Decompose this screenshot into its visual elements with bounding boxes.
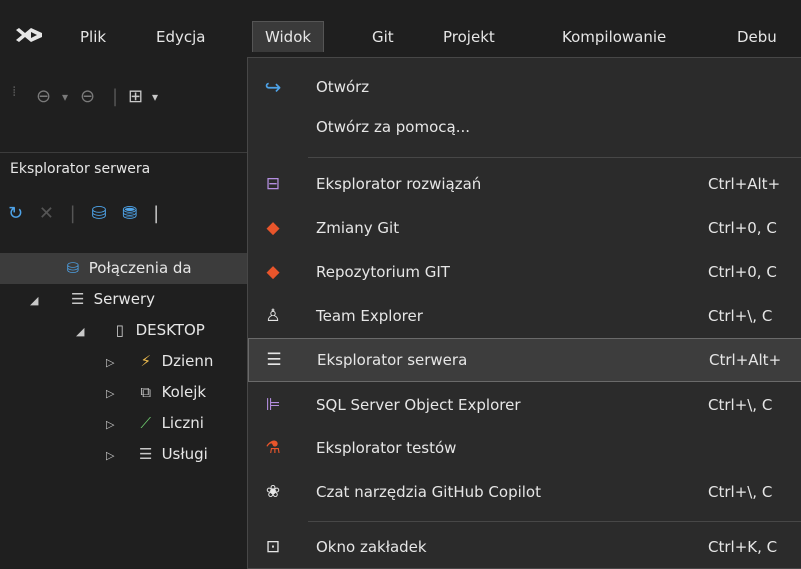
- connect-server-icon[interactable]: ⛃: [122, 203, 137, 224]
- tree-item-message-queues[interactable]: ▷ ⧉ Kolejk: [0, 377, 250, 408]
- tree-item-performance-counters[interactable]: ▷ ⟋ Liczni: [0, 408, 250, 439]
- expanded-caret-icon[interactable]: ◢: [76, 316, 90, 347]
- test-explorer-icon: ⚗: [265, 438, 281, 458]
- back-icon[interactable]: ⊖: [36, 86, 51, 107]
- tree-item-services[interactable]: ▷ ☰ Usługi: [0, 439, 250, 470]
- services-icon: ☰: [139, 445, 153, 463]
- menu-item-git-changes[interactable]: ◆ Zmiany Git Ctrl+0, C: [248, 208, 801, 248]
- tree-item-label: Liczni: [161, 414, 204, 432]
- refresh-icon[interactable]: ↻: [8, 203, 23, 224]
- stop-icon[interactable]: ✕: [39, 203, 54, 224]
- menu-item-label: Czat narzędzia GitHub Copilot: [316, 483, 541, 501]
- menu-item-shortcut: Ctrl+\, C: [708, 307, 773, 325]
- team-explorer-icon: ♙: [265, 306, 281, 326]
- collapsed-caret-icon[interactable]: ▷: [106, 378, 120, 409]
- tree-item-data-connections[interactable]: ⛁ Połączenia da: [0, 253, 250, 284]
- menu-item-team-explorer[interactable]: ♙ Team Explorer Ctrl+\, C: [248, 296, 801, 336]
- event-log-icon: ⚡: [140, 352, 152, 370]
- menu-item-label: Otwórz: [316, 78, 370, 96]
- menu-file[interactable]: Plik: [80, 22, 106, 52]
- menu-item-git-repository[interactable]: ◆ Repozytorium GIT Ctrl+0, C: [248, 252, 801, 292]
- tree-item-label: Dzienn: [161, 352, 214, 370]
- collapsed-caret-icon[interactable]: ▷: [106, 347, 120, 378]
- menu-separator: [308, 521, 801, 522]
- message-queue-icon: ⧉: [140, 383, 152, 401]
- tree-item-label: Usługi: [161, 445, 208, 463]
- chevron-down-icon[interactable]: ▾: [152, 90, 158, 104]
- menu-separator: [308, 157, 801, 158]
- server-icon: ☰: [71, 290, 85, 308]
- menu-item-shortcut: Ctrl+0, C: [708, 219, 777, 237]
- menu-item-solution-explorer[interactable]: ⊟ Eksplorator rozwiązań Ctrl+Alt+: [248, 164, 801, 204]
- menu-item-sql-object-explorer[interactable]: ⊫ SQL Server Object Explorer Ctrl+\, C: [248, 385, 801, 425]
- menu-item-label: Eksplorator testów: [316, 439, 457, 457]
- menu-item-open[interactable]: ↪ Otwórz: [248, 67, 801, 107]
- tree-item-label: DESKTOP: [135, 321, 205, 339]
- connect-database-icon[interactable]: ⛁: [91, 203, 106, 224]
- menu-item-label: Eksplorator serwera: [317, 351, 468, 369]
- computer-icon: ▯: [115, 321, 124, 339]
- git-changes-icon: ◆: [266, 218, 280, 238]
- server-explorer-icon: ☰: [266, 350, 282, 370]
- grip-icon: ⁞: [12, 84, 17, 100]
- tree-item-label: Serwery: [93, 290, 156, 308]
- menu-item-copilot-chat[interactable]: ❀ Czat narzędzia GitHub Copilot Ctrl+\, …: [248, 472, 801, 512]
- toolbar: ⁞ ⊖ ▾ ⊖ | ⊞ ▾: [0, 76, 250, 122]
- menu-item-label: Okno zakładek: [316, 538, 427, 556]
- menu-item-label: Eksplorator rozwiązań: [316, 175, 482, 193]
- new-project-icon[interactable]: ⊞: [128, 86, 143, 107]
- menu-item-test-explorer[interactable]: ⚗ Eksplorator testów: [248, 428, 801, 468]
- forward-icon[interactable]: ⊖: [80, 86, 95, 107]
- open-arrow-icon: ↪: [264, 75, 282, 99]
- toolbar-separator: |: [69, 203, 76, 224]
- menu-item-label: Repozytorium GIT: [316, 263, 450, 281]
- panel-title: Eksplorator serwera: [10, 161, 151, 177]
- tree-item-servers[interactable]: ◢ ☰ Serwery: [0, 284, 250, 315]
- database-connection-icon: ⛁: [66, 259, 80, 277]
- server-tree: ⛁ Połączenia da ◢ ☰ Serwery ◢ ▯ DESKTOP …: [0, 253, 250, 470]
- menu-item-shortcut: Ctrl+Alt+: [708, 175, 781, 193]
- menu-item-open-with[interactable]: Otwórz za pomocą...: [248, 107, 801, 147]
- menu-edit[interactable]: Edycja: [156, 22, 205, 52]
- copilot-icon: ❀: [265, 482, 281, 502]
- menu-item-label: Otwórz za pomocą...: [316, 118, 471, 136]
- chevron-down-icon[interactable]: ▾: [62, 90, 68, 104]
- menu-item-server-explorer[interactable]: ☰ Eksplorator serwera Ctrl+Alt+: [248, 338, 801, 382]
- menu-project[interactable]: Projekt: [443, 22, 495, 52]
- menu-item-label: SQL Server Object Explorer: [316, 396, 521, 414]
- git-repository-icon: ◆: [266, 262, 280, 282]
- menu-build[interactable]: Kompilowanie: [562, 22, 666, 52]
- collapsed-caret-icon[interactable]: ▷: [106, 409, 120, 440]
- panel-toolbar: ↻ ✕ | ⛁ ⛃ |: [8, 203, 169, 224]
- performance-counter-icon: ⟋: [140, 414, 152, 432]
- menu-item-shortcut: Ctrl+\, C: [708, 396, 773, 414]
- menu-item-shortcut: Ctrl+K, C: [708, 538, 778, 556]
- tree-item-desktop[interactable]: ◢ ▯ DESKTOP: [0, 315, 250, 346]
- tree-item-event-logs[interactable]: ▷ ⚡ Dzienn: [0, 346, 250, 377]
- bookmarks-icon: ⊡: [265, 537, 281, 557]
- tree-item-label: Połączenia da: [88, 259, 192, 277]
- view-menu-dropdown: ↪ Otwórz Otwórz za pomocą... ⊟ Eksplorat…: [247, 57, 801, 569]
- collapsed-caret-icon[interactable]: ▷: [106, 440, 120, 471]
- expanded-caret-icon[interactable]: ◢: [30, 285, 44, 316]
- toolbar-separator: |: [112, 86, 119, 107]
- menu-item-shortcut: Ctrl+0, C: [708, 263, 777, 281]
- toolbar-separator: |: [153, 203, 160, 224]
- server-explorer-panel: Eksplorator serwera ↻ ✕ | ⛁ ⛃ | ⛁ Połącz…: [0, 152, 250, 564]
- menu-item-shortcut: Ctrl+Alt+: [709, 351, 782, 369]
- solution-explorer-icon: ⊟: [265, 174, 281, 194]
- menu-item-label: Team Explorer: [316, 307, 423, 325]
- menu-item-label: Zmiany Git: [316, 219, 400, 237]
- menu-item-shortcut: Ctrl+\, C: [708, 483, 773, 501]
- menu-item-bookmarks[interactable]: ⊡ Okno zakładek Ctrl+K, C: [248, 527, 801, 567]
- menu-git[interactable]: Git: [372, 22, 394, 52]
- menu-debug[interactable]: Debu: [737, 22, 777, 52]
- tree-item-label: Kolejk: [161, 383, 207, 401]
- sql-object-explorer-icon: ⊫: [265, 395, 281, 415]
- menu-view[interactable]: Widok: [252, 21, 325, 52]
- visual-studio-logo-icon: [16, 28, 42, 42]
